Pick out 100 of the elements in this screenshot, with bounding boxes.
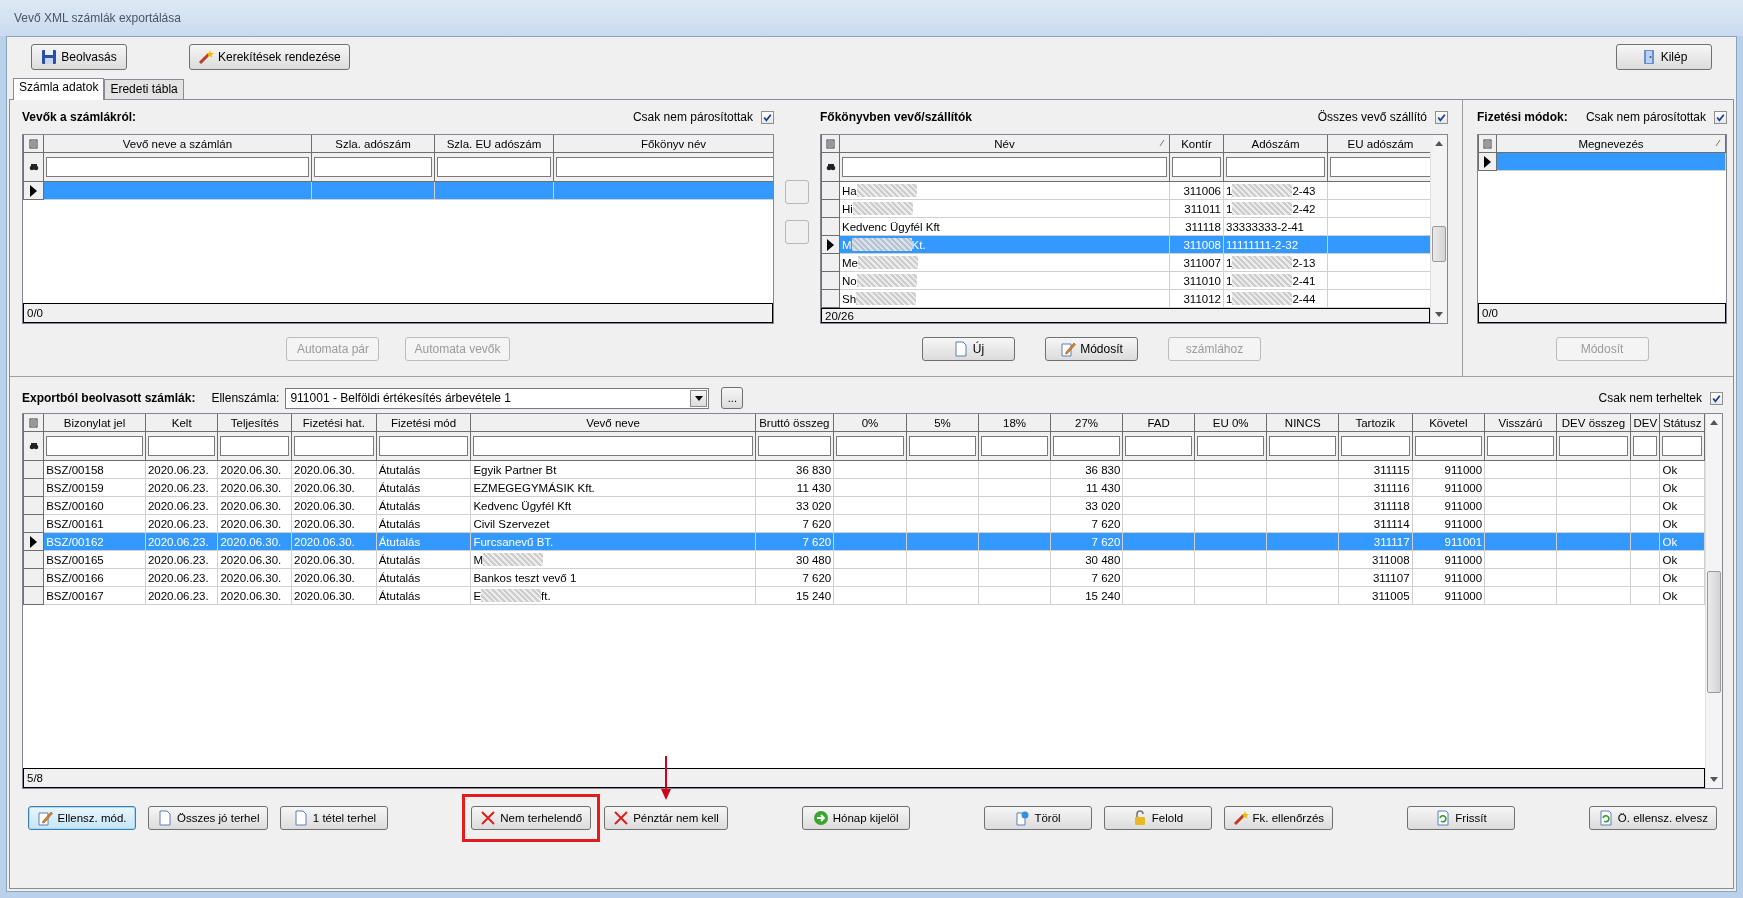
filter-field[interactable] xyxy=(908,436,977,456)
filter-field[interactable] xyxy=(437,157,551,177)
table-cell: M xyxy=(842,238,852,251)
toolbar-button[interactable]: Beolvasás xyxy=(31,44,127,70)
table-row[interactable]: BSZ/00167 2020.06.23. 2020.06.30. 2020.06.30. Átutalás E ft. 15 240 15 240 311005 911000 Ok xyxy=(23,586,1705,605)
scroll-up-icon[interactable] xyxy=(1710,420,1718,425)
filter-field[interactable] xyxy=(981,436,1048,456)
action-button[interactable]: Felold xyxy=(1103,806,1212,830)
filter-field[interactable] xyxy=(1269,436,1336,456)
filter-field[interactable] xyxy=(556,157,773,177)
action-button[interactable]: Pénztár nem kell xyxy=(604,806,728,830)
action-button[interactable]: Új xyxy=(922,337,1015,361)
table-cell: Furcsanevű BT. xyxy=(473,535,554,548)
filter-field[interactable] xyxy=(147,436,216,456)
table-row[interactable]: BSZ/00159 2020.06.23. 2020.06.30. 2020.06.30. Átutalás EZMEGEGYMÁSIK Kft. 11 430 11 430 311116 911000 Ok xyxy=(23,478,1705,497)
filter-field[interactable] xyxy=(1662,436,1702,456)
action-button[interactable]: Összes jó terhel xyxy=(148,806,269,830)
filter-field[interactable] xyxy=(842,157,1167,177)
checkbox[interactable] xyxy=(761,110,774,124)
scrollbar-thumb[interactable] xyxy=(1432,226,1446,262)
filter-field[interactable] xyxy=(836,436,904,456)
table-cell: 2020.06.30. xyxy=(294,535,355,548)
filter-field[interactable] xyxy=(378,436,469,456)
scrollbar-thumb[interactable] xyxy=(1707,571,1721,693)
window-title: Vevő XML számlák exportálása xyxy=(14,11,181,25)
filter-field[interactable] xyxy=(473,436,753,456)
table-row[interactable]: BSZ/00166 2020.06.23. 2020.06.30. 2020.06.30. Átutalás Bankos teszt vevő 1 7 620 7 620 311107 911000 Ok xyxy=(23,568,1705,587)
table-row[interactable]: BSZ/00161 2020.06.23. 2020.06.30. 2020.06.30. Átutalás Civil Szervezet 7 620 7 620 311114 911000 Ok xyxy=(23,514,1705,533)
table-row[interactable]: BSZ/00158 2020.06.23. 2020.06.30. 2020.06.30. Átutalás Egyik Partner Bt 36 830 36 830 311115 911000 Ok xyxy=(23,460,1705,479)
table-row[interactable]: BSZ/00165 2020.06.23. 2020.06.30. 2020.06.30. Átutalás M 30 480 30 480 311008 911000 Ok xyxy=(23,550,1705,569)
browse-button[interactable]: ... xyxy=(721,387,744,409)
page-icon xyxy=(952,341,969,357)
action-button[interactable]: 1 tétel terhel xyxy=(280,806,389,830)
toolbar-button[interactable]: Kerekítések rendezése xyxy=(189,44,350,70)
filter-field[interactable] xyxy=(1226,157,1325,177)
table-cell: 1 xyxy=(1226,256,1233,269)
filter-field[interactable] xyxy=(1558,436,1629,456)
scroll-down-icon[interactable] xyxy=(1435,312,1443,317)
table-cell: 2020.06.23. xyxy=(147,571,209,584)
table-cell: No xyxy=(842,274,857,287)
action-button[interactable]: Módosít xyxy=(1045,337,1138,361)
action-button[interactable]: Ellensz. mód. xyxy=(28,806,136,830)
account-dropdown[interactable]: 911001 - Belföldi értékesítés árbevétele 1 xyxy=(285,387,710,409)
table-cell: BSZ/00160 xyxy=(46,499,104,512)
scroll-up-icon[interactable] xyxy=(1435,141,1443,146)
filter-field[interactable] xyxy=(1172,157,1221,177)
filter-field[interactable] xyxy=(1414,436,1483,456)
grid-settings-icon[interactable] xyxy=(825,138,836,149)
action-button[interactable]: Frissít xyxy=(1406,806,1515,830)
column-header[interactable]: 0% xyxy=(861,416,879,429)
filter-field[interactable] xyxy=(1052,436,1121,456)
table-cell: 2020.06.23. xyxy=(147,481,209,494)
action-button[interactable]: Nem terhelendő xyxy=(471,806,592,830)
filter-field[interactable] xyxy=(1196,436,1265,456)
table-row[interactable]: BSZ/00160 2020.06.23. 2020.06.30. 2020.06.30. Átutalás Kedvenc Ügyfél Kft 33 020 33 020 311118 911000 Ok xyxy=(23,496,1705,515)
filter-field[interactable] xyxy=(1487,436,1554,456)
filter-field[interactable] xyxy=(294,436,374,456)
action-button[interactable]: Töröl xyxy=(983,806,1092,830)
table-cell: Me xyxy=(842,256,858,269)
filter-field[interactable] xyxy=(46,157,309,177)
scrollbar[interactable] xyxy=(1430,135,1447,323)
scrollbar[interactable] xyxy=(1705,414,1722,788)
filter-field[interactable] xyxy=(220,436,290,456)
table-cell: E xyxy=(473,589,482,602)
table-cell: 11 430 xyxy=(1086,481,1121,494)
checkbox[interactable] xyxy=(1714,110,1727,124)
table-cell: 2-42 xyxy=(1292,202,1316,215)
scroll-down-icon[interactable] xyxy=(1710,777,1718,782)
action-button[interactable]: Hónap kijelöl xyxy=(801,806,910,830)
table-cell: 7 620 xyxy=(1091,517,1121,530)
tab[interactable]: Számla adatok xyxy=(13,78,105,100)
column-header[interactable]: Vevő neve xyxy=(586,416,640,429)
tab[interactable]: Eredeti tábla xyxy=(104,79,184,99)
column-header[interactable]: Név xyxy=(994,137,1015,150)
filter-field[interactable] xyxy=(314,157,432,177)
column-header[interactable]: 5% xyxy=(934,416,951,429)
action-button[interactable]: Ö. ellensz. elvesz xyxy=(1588,806,1717,830)
panel-title: Vevők a számlákról: xyxy=(22,110,137,124)
checkbox[interactable] xyxy=(1710,391,1723,405)
grid-settings-icon[interactable] xyxy=(28,138,39,149)
filter-field[interactable] xyxy=(1341,436,1410,456)
table-cell: 2020.06.30. xyxy=(294,463,355,476)
table-cell: 2020.06.30. xyxy=(294,553,355,566)
table-row[interactable] xyxy=(23,181,773,200)
table-cell: 1 xyxy=(1226,292,1233,305)
table-cell: Átutalás xyxy=(378,535,421,548)
checkbox[interactable] xyxy=(1435,110,1448,124)
filter-field[interactable] xyxy=(1330,157,1431,177)
filter-field[interactable] xyxy=(46,436,143,456)
filter-field[interactable] xyxy=(757,436,832,456)
table-cell: Ok xyxy=(1662,553,1678,566)
grid-settings-icon[interactable] xyxy=(1482,138,1493,149)
table-cell: Ok xyxy=(1662,463,1678,476)
filter-field[interactable] xyxy=(1125,436,1192,456)
exit-button[interactable]: Kilép xyxy=(1616,44,1712,70)
table-cell: 2020.06.30. xyxy=(220,571,282,584)
filter-field[interactable] xyxy=(1633,436,1658,456)
panel-title: Főkönyvben vevő/szállítók xyxy=(820,110,973,124)
grid-settings-icon[interactable] xyxy=(28,417,39,428)
action-button[interactable]: Fk. ellenőrzés xyxy=(1223,806,1334,830)
